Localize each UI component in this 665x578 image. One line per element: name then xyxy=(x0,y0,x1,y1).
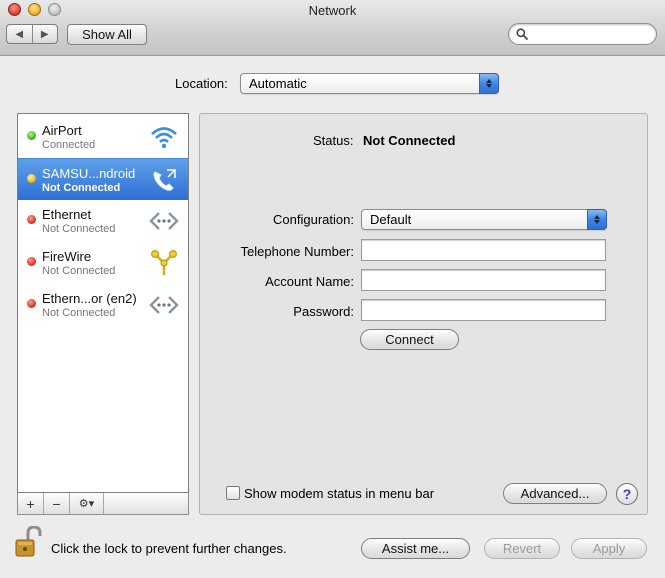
lock-instruction-text: Click the lock to prevent further change… xyxy=(51,541,287,556)
help-icon: ? xyxy=(622,486,632,502)
status-label: Status: xyxy=(313,133,354,148)
telephone-number-field[interactable] xyxy=(361,239,606,261)
service-status: Not Connected xyxy=(42,265,116,277)
search-icon xyxy=(516,28,528,40)
popup-arrows-icon xyxy=(479,73,499,94)
forward-arrow-icon: ▶ xyxy=(40,28,49,40)
firewire-icon xyxy=(151,250,177,275)
service-status: Not Connected xyxy=(42,223,116,235)
service-list-toolbar: + − ⚙▾ xyxy=(17,493,189,515)
status-dot-icon xyxy=(27,257,36,266)
plus-icon: + xyxy=(26,495,35,512)
service-name: Ethern...or (en2) xyxy=(42,291,137,306)
status-value: Not Connected xyxy=(363,133,456,148)
title-bar: Network ◀ ▶ Show All xyxy=(0,0,665,56)
configuration-popup[interactable]: Default xyxy=(361,209,607,230)
service-name: AirPort xyxy=(42,123,82,138)
connect-button[interactable]: Connect xyxy=(360,329,459,350)
service-item-ethernet-en2[interactable]: Ethern...or (en2) Not Connected xyxy=(18,284,188,326)
service-status: Not Connected xyxy=(42,182,121,194)
location-label: Location: xyxy=(175,76,228,91)
status-dot-icon xyxy=(27,215,36,224)
configuration-label: Configuration: xyxy=(273,212,354,227)
minus-icon: − xyxy=(52,495,61,512)
password-label: Password: xyxy=(293,304,354,319)
help-button[interactable]: ? xyxy=(616,483,638,505)
ethernet-icon xyxy=(149,212,179,230)
add-service-button[interactable]: + xyxy=(18,493,44,514)
account-name-label: Account Name: xyxy=(265,274,354,289)
revert-button[interactable]: Revert xyxy=(484,538,560,559)
service-status: Not Connected xyxy=(42,307,116,319)
apply-button[interactable]: Apply xyxy=(571,538,647,559)
network-preferences-window: Network ◀ ▶ Show All Location: Automatic… xyxy=(0,0,665,578)
location-value: Automatic xyxy=(249,76,307,91)
service-status: Connected xyxy=(42,139,96,151)
service-name: FireWire xyxy=(42,249,92,264)
back-forward-control: ◀ ▶ xyxy=(6,24,58,44)
telephone-icon xyxy=(153,169,176,191)
ethernet-icon xyxy=(149,296,179,314)
forward-button[interactable]: ▶ xyxy=(31,25,58,43)
wifi-icon xyxy=(151,127,177,149)
back-button[interactable]: ◀ xyxy=(7,25,32,43)
status-dot-icon xyxy=(27,174,36,183)
search-field[interactable] xyxy=(508,23,657,45)
location-popup[interactable]: Automatic xyxy=(240,73,499,94)
service-name: Ethernet xyxy=(42,207,92,222)
password-field[interactable] xyxy=(361,299,606,321)
status-dot-icon xyxy=(27,131,36,140)
show-all-button[interactable]: Show All xyxy=(67,24,147,45)
unlocked-padlock-icon[interactable] xyxy=(14,526,42,558)
status-dot-icon xyxy=(27,299,36,308)
assist-me-button[interactable]: Assist me... xyxy=(361,538,470,559)
service-item-airport[interactable]: AirPort Connected xyxy=(18,116,188,158)
telephone-number-label: Telephone Number: xyxy=(240,244,354,259)
service-item-firewire[interactable]: FireWire Not Connected xyxy=(18,242,188,284)
service-name: SAMSU...ndroid xyxy=(42,166,136,181)
configuration-value: Default xyxy=(370,212,412,227)
service-item-samsung-android[interactable]: SAMSU...ndroid Not Connected xyxy=(18,158,188,200)
remove-service-button[interactable]: − xyxy=(44,493,70,514)
modem-status-label[interactable]: Show modem status in menu bar xyxy=(244,486,434,501)
action-menu-button[interactable]: ⚙▾ xyxy=(70,493,104,514)
advanced-button[interactable]: Advanced... xyxy=(503,483,607,504)
popup-arrows-icon xyxy=(587,209,607,230)
service-list[interactable]: AirPort Connected SAMSU...ndroid Not Con… xyxy=(17,113,189,493)
gear-icon: ⚙▾ xyxy=(78,498,95,510)
window-title: Network xyxy=(308,3,357,18)
back-arrow-icon: ◀ xyxy=(15,28,24,40)
service-item-ethernet[interactable]: Ethernet Not Connected xyxy=(18,200,188,242)
account-name-field[interactable] xyxy=(361,269,606,291)
modem-status-checkbox[interactable] xyxy=(226,486,240,500)
